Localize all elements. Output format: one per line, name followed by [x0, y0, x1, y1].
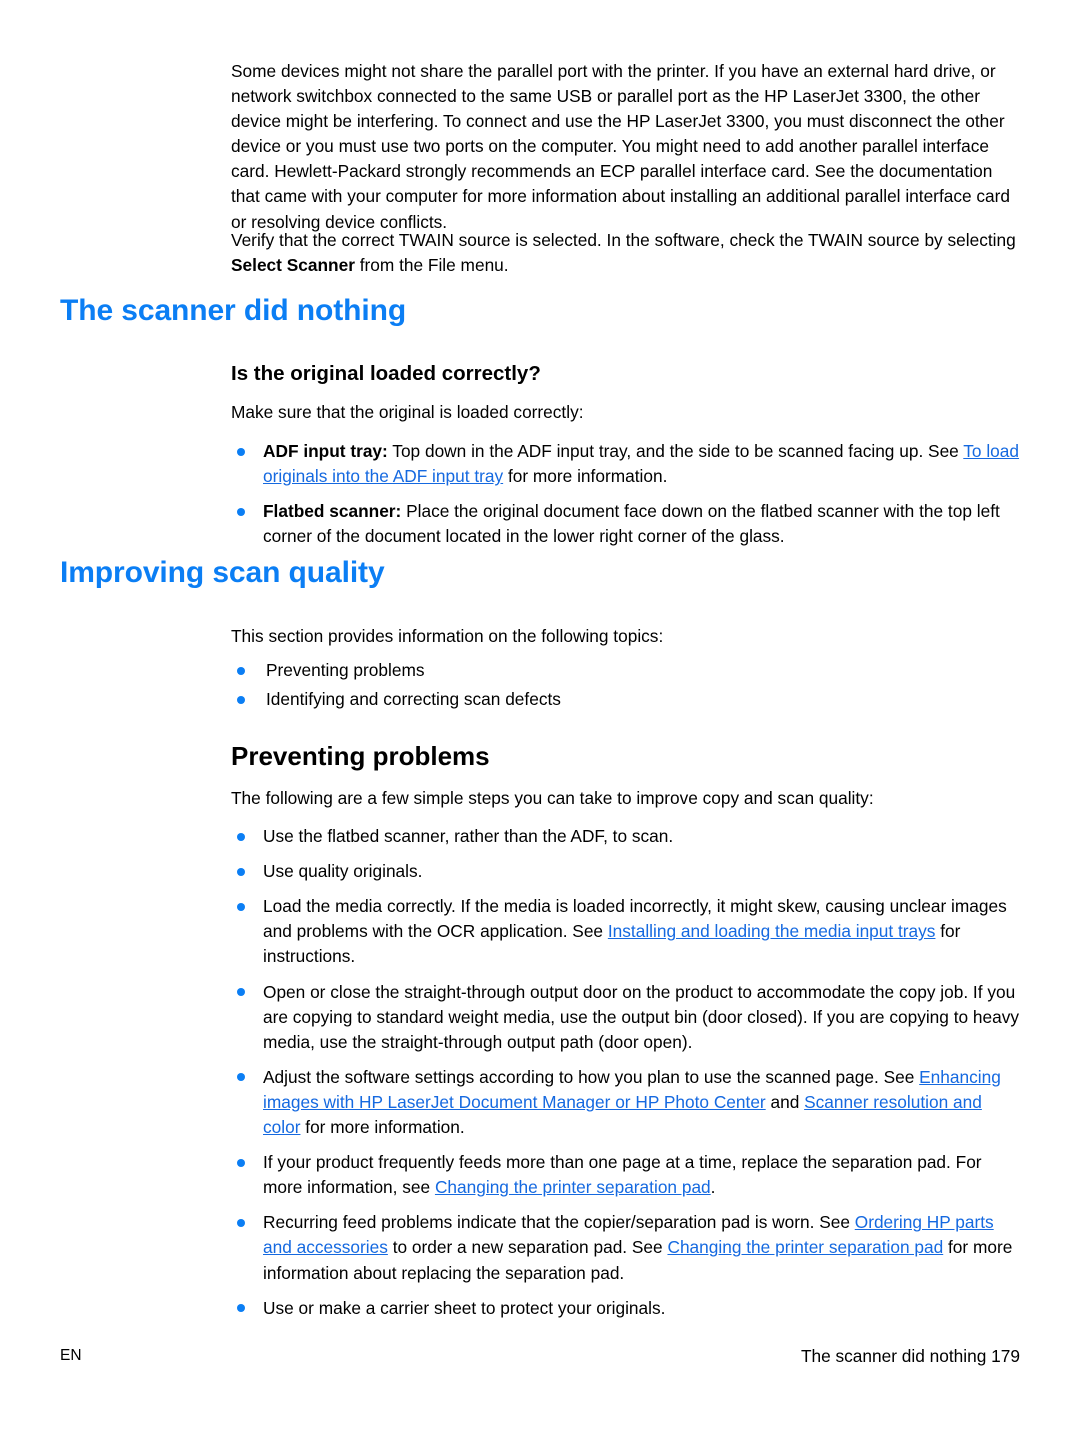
bullet-text-b: for more information.	[300, 1117, 465, 1138]
section-heading-scanner-did-nothing: The scanner did nothing	[60, 294, 407, 327]
bullet-dot-icon	[237, 1218, 245, 1227]
bullet-dot-icon	[237, 1158, 245, 1167]
bullet-text-mid: to order a new separation pad. See	[387, 1237, 668, 1258]
section-heading-improving-scan-quality-block: Improving scan quality	[60, 556, 1020, 590]
bullet-dot-icon	[237, 832, 245, 841]
topic-label: Identifying and correcting scan defects	[266, 689, 561, 710]
improving-lead: This section provides information on the…	[231, 626, 664, 646]
page-footer: EN The scanner did nothing 179	[60, 1346, 1020, 1370]
section-heading-preventing-problems-block: Preventing problems	[231, 741, 1020, 771]
footer-section-title-and-page-number: The scanner did nothing 179	[800, 1346, 1020, 1366]
improving-topics-list: Preventing problems Identifying and corr…	[231, 658, 1020, 712]
link-changing-the-printer-separation-pad[interactable]: Changing the printer separation pad	[667, 1237, 943, 1257]
list-item-topic-preventing-problems: Preventing problems	[231, 658, 1020, 683]
intro-paragraph-2-block: Verify that the correct TWAIN source is …	[231, 228, 1020, 278]
bullet-dot-icon	[237, 666, 245, 675]
bullet-text-a: Adjust the software settings according t…	[263, 1066, 920, 1087]
bullet-use-carrier-sheet: Use or make a carrier sheet to protect y…	[231, 1296, 1020, 1321]
bullet-flatbed-scanner: Flatbed scanner: Place the original docu…	[231, 499, 1020, 549]
footer-language-code: EN	[60, 1347, 82, 1364]
scanner-nothing-lead: Make sure that the original is loaded co…	[231, 402, 584, 422]
bullet-adf-text-b: for more information.	[503, 466, 668, 487]
improving-scan-quality-body-block: This section provides information on the…	[231, 624, 1020, 712]
subheading-original-loaded-block: Is the original loaded correctly?	[231, 362, 1020, 386]
bullet-load-the-media-correctly: Load the media correctly. If the media i…	[231, 894, 1020, 969]
bullet-flatbed-label: Flatbed scanner:	[263, 501, 402, 522]
bullet-dot-icon	[237, 902, 245, 911]
bullet-dot-icon	[237, 447, 245, 456]
bullet-dot-icon	[237, 507, 245, 516]
intro-paragraph-1: Some devices might not share the paralle…	[231, 61, 1011, 232]
bullet-straight-through-output-door: Open or close the straight-through outpu…	[231, 980, 1020, 1055]
scanner-nothing-body-block: Make sure that the original is loaded co…	[231, 400, 1020, 549]
bullet-dot-icon	[237, 988, 245, 997]
bullet-use-flatbed-scanner: Use the flatbed scanner, rather than the…	[231, 824, 1020, 849]
preventing-problems-body-block: The following are a few simple steps you…	[231, 786, 1020, 1321]
bullet-adf-text-a: Top down in the ADF input tray, and the …	[387, 441, 964, 462]
bullet-dot-icon	[237, 1073, 245, 1082]
bullet-text-mid: and	[765, 1091, 805, 1112]
bullet-text-a: Recurring feed problems indicate that th…	[263, 1212, 855, 1233]
intro-paragraph-1-block: Some devices might not share the paralle…	[231, 59, 1020, 235]
bullet-adf-label: ADF input tray:	[263, 441, 388, 462]
bullet-text: Open or close the straight-through outpu…	[263, 981, 1020, 1052]
link-installing-and-loading-the-media-input-trays[interactable]: Installing and loading the media input t…	[608, 921, 936, 941]
bullet-text: Use the flatbed scanner, rather than the…	[263, 826, 674, 847]
section-heading-improving-scan-quality: Improving scan quality	[60, 556, 385, 589]
bullet-text: Use or make a carrier sheet to protect y…	[263, 1297, 666, 1318]
bullet-dot-icon	[237, 695, 245, 704]
bullet-text-b: .	[710, 1177, 716, 1198]
preventing-problems-bullet-list: Use the flatbed scanner, rather than the…	[231, 824, 1020, 1321]
subheading-is-the-original-loaded-correctly: Is the original loaded correctly?	[231, 362, 541, 385]
intro-paragraph-2-text-a: Verify that the correct TWAIN source is …	[231, 230, 1016, 250]
intro-paragraph-2-text-b: from the File menu.	[354, 255, 509, 276]
link-changing-the-printer-separation-pad[interactable]: Changing the printer separation pad	[435, 1177, 711, 1197]
section-heading-scanner-did-nothing-block: The scanner did nothing	[60, 294, 1020, 328]
section-heading-preventing-problems: Preventing problems	[231, 741, 490, 771]
scanner-nothing-bullet-list: ADF input tray: Top down in the ADF inpu…	[231, 439, 1020, 549]
bullet-adjust-software-settings: Adjust the software settings according t…	[231, 1065, 1020, 1140]
bullet-replace-separation-pad: If your product frequently feeds more th…	[231, 1150, 1020, 1200]
list-item-topic-identifying-and-correcting-scan-defects: Identifying and correcting scan defects	[231, 687, 1020, 712]
topic-label: Preventing problems	[266, 660, 425, 681]
bullet-adf-input-tray: ADF input tray: Top down in the ADF inpu…	[231, 439, 1020, 489]
select-scanner-bold: Select Scanner	[231, 255, 355, 276]
intro-paragraph-2: Verify that the correct TWAIN source is …	[231, 228, 1020, 278]
bullet-use-quality-originals: Use quality originals.	[231, 859, 1020, 884]
bullet-dot-icon	[237, 867, 245, 876]
preventing-lead: The following are a few simple steps you…	[231, 788, 874, 808]
bullet-text: Use quality originals.	[263, 861, 423, 882]
bullet-recurring-feed-problems: Recurring feed problems indicate that th…	[231, 1210, 1020, 1285]
bullet-dot-icon	[237, 1304, 245, 1313]
document-page: Some devices might not share the paralle…	[0, 0, 1080, 1438]
